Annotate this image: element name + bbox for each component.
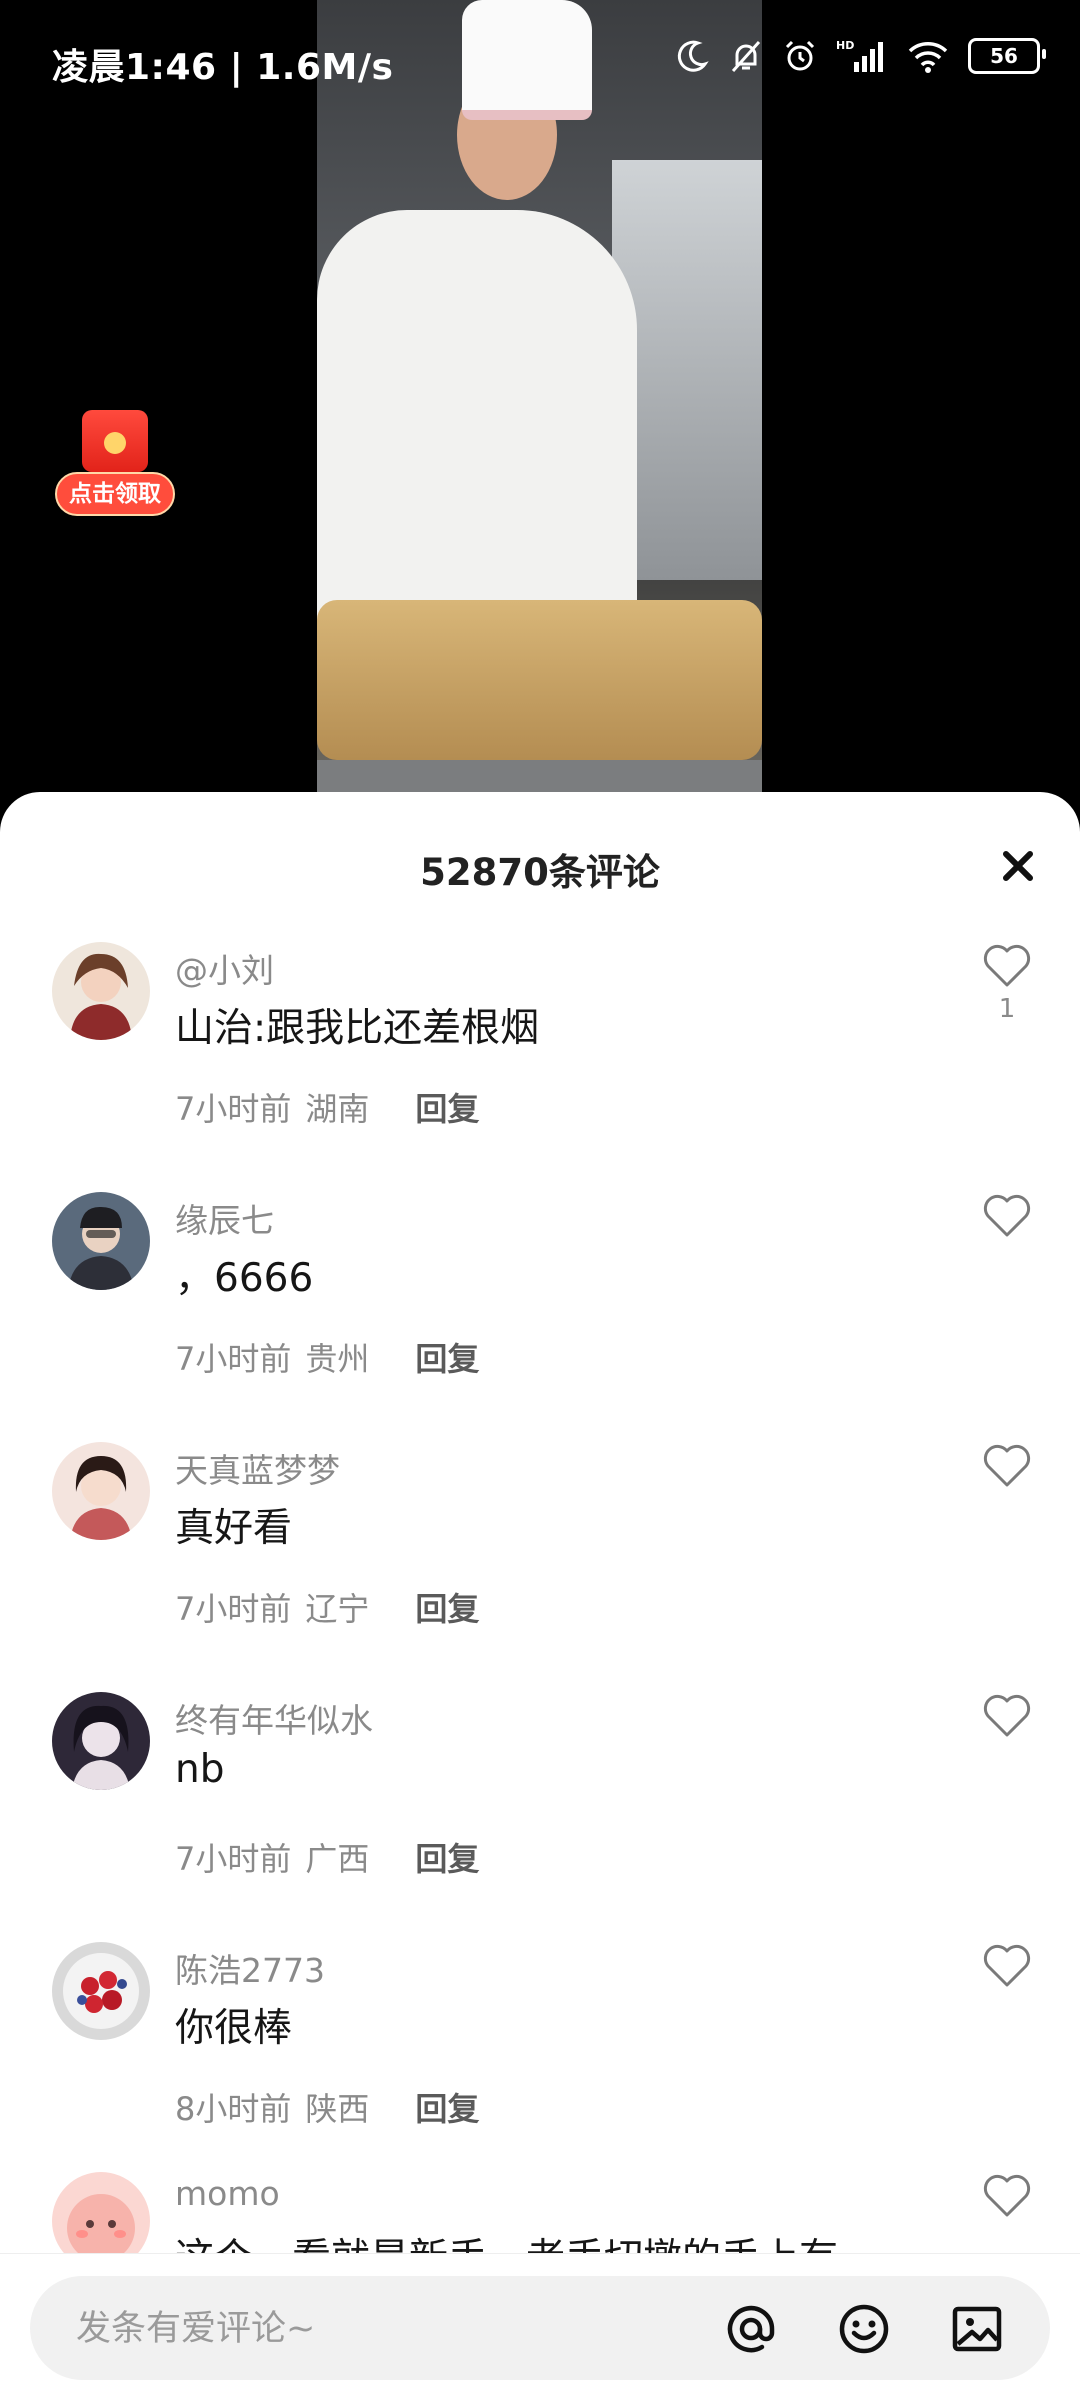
comment-username[interactable]: @小刘: [175, 944, 274, 992]
comment-time: 7小时前: [175, 1340, 292, 1378]
heart-icon: [983, 1194, 1031, 1237]
comment-region: 湖南: [305, 1090, 370, 1128]
comment-meta: 7小时前 贵州 回复: [175, 1334, 479, 1380]
heart-icon: [983, 1694, 1031, 1737]
status-bar: 凌晨1:46 | 1.6M/s HD 56: [0, 0, 1080, 120]
like-button[interactable]: 1: [982, 944, 1032, 1024]
like-button[interactable]: [982, 1194, 1032, 1242]
battery-icon: 56: [968, 38, 1046, 74]
comment-meta: 7小时前 广西 回复: [175, 1834, 479, 1880]
comment-username[interactable]: 陈浩2773: [175, 1944, 325, 1992]
comment-meta: 7小时前 湖南 回复: [175, 1084, 479, 1130]
reply-button[interactable]: 回复: [415, 1834, 479, 1880]
heart-icon: [983, 1444, 1031, 1487]
wifi-icon: [908, 42, 948, 73]
battery-level: 56: [990, 44, 1018, 68]
comment-username[interactable]: momo: [175, 2174, 280, 2213]
comment-text: nb: [175, 1747, 225, 1792]
comment-text: 真好看: [175, 1506, 293, 1551]
avatar[interactable]: [52, 1942, 150, 2040]
comment-time: 7小时前: [175, 1590, 292, 1628]
moon-icon: [677, 40, 709, 72]
comment-list[interactable]: @小刘 山治:跟我比还差根烟 7小时前 湖南 回复 1 缘辰七 ，6666 7小…: [0, 942, 1080, 2400]
emoji-icon[interactable]: [837, 2302, 891, 2356]
reply-button[interactable]: 回复: [415, 1334, 479, 1380]
comment-sheet: 52870条评论 @小刘 山治:跟我比还差根烟 7小时前 湖南 回复 1 缘辰七…: [0, 792, 1080, 2400]
comment-text: ，6666: [175, 1256, 314, 1301]
comment-item: 天真蓝梦梦 真好看 7小时前 辽宁 回复: [0, 1442, 1080, 1692]
like-button[interactable]: [982, 1444, 1032, 1492]
video-counter: [317, 760, 762, 792]
comment-username[interactable]: 终有年华似水: [175, 1694, 373, 1742]
mention-icon[interactable]: [724, 2302, 778, 2356]
comment-input-pill: [30, 2276, 1050, 2382]
like-button[interactable]: [982, 1694, 1032, 1742]
image-icon[interactable]: [950, 2302, 1004, 2356]
comment-item: @小刘 山治:跟我比还差根烟 7小时前 湖南 回复 1: [0, 942, 1080, 1192]
comment-meta: 8小时前 陕西 回复: [175, 2084, 479, 2130]
red-envelope-icon: [82, 410, 148, 472]
comment-item: 缘辰七 ，6666 7小时前 贵州 回复: [0, 1192, 1080, 1442]
heart-icon: [983, 2174, 1031, 2217]
comment-item: 终有年华似水 nb 7小时前 广西 回复: [0, 1692, 1080, 1942]
comment-time: 7小时前: [175, 1840, 292, 1878]
cellular-signal-icon: HD: [836, 39, 883, 72]
comment-input-bar: [0, 2253, 1080, 2401]
video-chef-figure: [317, 210, 637, 630]
comment-count-title: 52870条评论: [420, 851, 660, 894]
like-count: 1: [998, 994, 1016, 1024]
heart-icon: [983, 1944, 1031, 1987]
avatar[interactable]: [52, 1192, 150, 1290]
comment-username[interactable]: 缘辰七: [175, 1194, 274, 1242]
close-button[interactable]: [996, 844, 1040, 888]
comment-username[interactable]: 天真蓝梦梦: [175, 1444, 340, 1492]
video-cutting-board: [317, 600, 762, 760]
sheet-header: 52870条评论: [0, 792, 1080, 902]
network-badge: HD: [836, 39, 854, 52]
comment-item: 陈浩2773 你很棒 8小时前 陕西 回复: [0, 1942, 1080, 2192]
comment-region: 辽宁: [305, 1590, 370, 1628]
comment-time: 8小时前: [175, 2090, 292, 2128]
comment-text: 你很棒: [175, 2006, 293, 2051]
alarm-icon: [785, 40, 815, 71]
comment-text: 山治:跟我比还差根烟: [175, 1006, 540, 1051]
status-icons: HD 56: [674, 38, 1046, 74]
comment-region: 贵州: [305, 1340, 370, 1378]
like-button[interactable]: [982, 1944, 1032, 1992]
envelope-seal: [104, 432, 126, 454]
avatar[interactable]: [52, 942, 150, 1040]
comment-time: 7小时前: [175, 1090, 292, 1128]
comment-input[interactable]: [74, 2276, 698, 2382]
comment-region: 陕西: [305, 2090, 370, 2128]
red-packet-label: 点击领取: [55, 472, 175, 516]
avatar[interactable]: [52, 1692, 150, 1790]
mute-bell-icon: [731, 40, 761, 73]
comment-region: 广西: [305, 1840, 370, 1878]
comment-meta: 7小时前 辽宁 回复: [175, 1584, 479, 1630]
video-player[interactable]: [0, 0, 1080, 800]
like-button[interactable]: [982, 2174, 1032, 2222]
avatar[interactable]: [52, 1442, 150, 1540]
reply-button[interactable]: 回复: [415, 2084, 479, 2130]
status-time: 凌晨1:46 | 1.6M/s: [52, 47, 394, 88]
reply-button[interactable]: 回复: [415, 1084, 479, 1130]
red-packet-widget[interactable]: 点击领取: [55, 410, 175, 520]
reply-button[interactable]: 回复: [415, 1584, 479, 1630]
heart-icon: [983, 944, 1031, 987]
